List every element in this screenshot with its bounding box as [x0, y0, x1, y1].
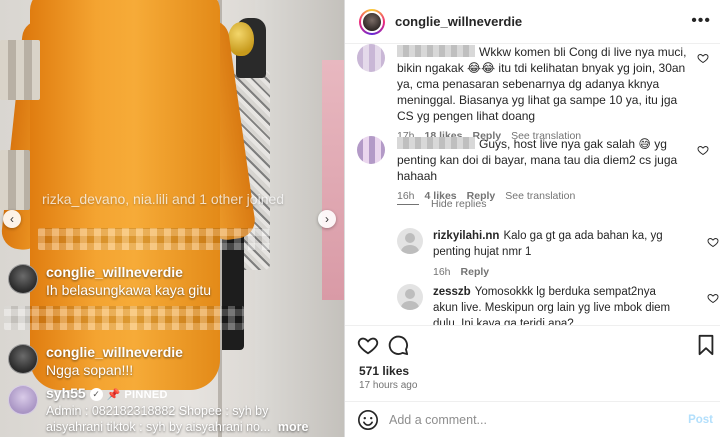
- reply-username[interactable]: zesszb: [433, 286, 471, 298]
- post-panel: conglie_willneverdie ••• Wkkw komen bli …: [344, 0, 720, 437]
- post-actions: [345, 325, 720, 365]
- verified-badge-icon: ✓: [89, 388, 103, 401]
- more-link[interactable]: more: [278, 420, 309, 434]
- comment-item: Wkkw komen bli Cong di live nya muci, bi…: [357, 44, 713, 142]
- pinned-comment: syh55 ✓ 📌 PINNED Admin : 082182318882 Shope…: [8, 385, 308, 435]
- more-icon[interactable]: •••: [691, 12, 711, 30]
- hide-replies-button[interactable]: Hide replies: [397, 198, 486, 210]
- avatar[interactable]: [357, 136, 385, 164]
- divider: [397, 203, 419, 205]
- reply-username[interactable]: rizkyilahi.nn: [433, 230, 499, 242]
- live-comment-username[interactable]: conglie_willneverdie: [46, 344, 183, 360]
- heart-icon[interactable]: [697, 52, 709, 64]
- post-timestamp[interactable]: 17 hours ago: [359, 380, 417, 391]
- pinned-bio-line: Admin : 082182318882 Shopee : syh by: [46, 404, 269, 418]
- live-comment: conglie_willneverdie Ngga sopan!!!: [8, 344, 183, 378]
- avatar[interactable]: [357, 44, 385, 72]
- heart-icon[interactable]: [357, 334, 379, 356]
- live-comment: conglie_willneverdie Ih belasungkawa kay…: [8, 264, 211, 298]
- chevron-left-icon[interactable]: ‹: [3, 210, 21, 228]
- post-button[interactable]: Post: [688, 414, 713, 426]
- censor-block: [0, 40, 40, 100]
- see-translation-link[interactable]: See translation: [505, 190, 575, 202]
- post-header: conglie_willneverdie •••: [345, 0, 720, 44]
- reply-time[interactable]: 16h: [433, 266, 451, 278]
- live-comment-text: Ih belasungkawa kaya gitu: [46, 282, 211, 298]
- pinned-bio-line: aisyahrani tiktok : syh by aisyahrani no…: [46, 420, 271, 434]
- pink-garment: [322, 60, 344, 300]
- add-comment-bar: Post: [345, 401, 720, 437]
- censor-block: [0, 150, 30, 210]
- chevron-right-icon[interactable]: ›: [318, 210, 336, 228]
- heart-icon[interactable]: [707, 236, 719, 248]
- reply-item: rizkyilahi.nn Kalo ga gt ga ada bahan ka,…: [397, 228, 719, 278]
- live-video-frame[interactable]: rizka_devano, nia.lili and 1 other joine…: [0, 0, 344, 437]
- post-username[interactable]: conglie_willneverdie: [395, 14, 522, 29]
- heart-icon[interactable]: [707, 292, 719, 304]
- avatar[interactable]: [8, 344, 38, 374]
- censored-username: [397, 45, 475, 57]
- comments-list[interactable]: Wkkw komen bli Cong di live nya muci, bi…: [345, 44, 720, 325]
- censor-block: [38, 228, 270, 250]
- comment-icon[interactable]: [387, 334, 409, 356]
- pinned-username[interactable]: syh55: [46, 385, 86, 401]
- comment-input[interactable]: [389, 412, 679, 427]
- pin-icon: 📌: [106, 389, 121, 401]
- censored-username: [397, 137, 475, 149]
- avatar[interactable]: [8, 385, 38, 415]
- live-comment-text: Ngga sopan!!!: [46, 362, 134, 378]
- avatar[interactable]: [397, 228, 423, 254]
- mannequin-head: [228, 22, 254, 56]
- reply-item: zesszb Yomosokkk lg berduka sempat2nya ak…: [397, 284, 719, 325]
- reply-button[interactable]: Reply: [461, 266, 490, 278]
- censor-block: [4, 306, 244, 330]
- bookmark-icon[interactable]: [695, 334, 717, 356]
- avatar[interactable]: [8, 264, 38, 294]
- likes-count[interactable]: 571 likes: [359, 364, 409, 378]
- live-joined-notice: rizka_devano, nia.lili and 1 other joine…: [42, 191, 285, 207]
- pinned-label: PINNED: [124, 389, 168, 401]
- heart-icon[interactable]: [697, 144, 709, 156]
- avatar[interactable]: [359, 8, 385, 35]
- emoji-icon[interactable]: [357, 409, 379, 431]
- hide-replies-label[interactable]: Hide replies: [431, 198, 486, 210]
- comment-item: Guys, host live nya gak salah 😅 yg penti…: [357, 136, 713, 202]
- avatar[interactable]: [397, 284, 423, 310]
- live-comment-username[interactable]: conglie_willneverdie: [46, 264, 211, 280]
